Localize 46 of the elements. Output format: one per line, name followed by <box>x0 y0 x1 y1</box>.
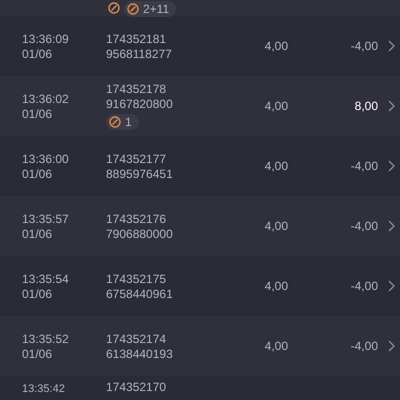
result-amount: -4,00 <box>350 219 378 233</box>
stake-amount: 4,00 <box>264 159 288 173</box>
bet-time: 13:35:57 <box>22 212 70 226</box>
stake-amount: 4,00 <box>264 339 288 353</box>
bet-id: 174352170 <box>106 380 168 394</box>
result-amount: -4,00 <box>350 39 378 53</box>
bet-code: 9167820800 <box>106 97 174 111</box>
bet-time: 13:35:52 <box>22 332 70 346</box>
bet-time: 13:35:42 <box>22 382 66 395</box>
bet-date: 01/06 <box>22 46 54 60</box>
result-amount: -4,00 <box>350 339 378 353</box>
chevron-right-icon[interactable] <box>388 280 395 292</box>
badge-count: 2+11 <box>143 2 170 16</box>
result-amount: -4,00 <box>350 159 378 173</box>
stake-amount: 4,00 <box>264 279 288 293</box>
bet-code: 8895976451 <box>106 166 174 180</box>
bet-time: 13:36:02 <box>22 92 70 106</box>
bet-time: 13:36:09 <box>22 32 70 46</box>
chevron-right-icon[interactable] <box>388 100 395 112</box>
result-amount: -4,00 <box>350 279 378 293</box>
stake-amount: 4,00 <box>264 39 288 53</box>
chevron-right-icon[interactable] <box>388 40 395 52</box>
stake-amount: 4,00 <box>264 219 288 233</box>
bet-date: 01/06 <box>22 286 54 300</box>
bet-code: 6138440193 <box>106 346 174 360</box>
chevron-right-icon[interactable] <box>388 340 395 352</box>
bet-date: 01/06 <box>22 226 54 240</box>
bet-id: 174352175 <box>106 272 168 286</box>
bet-time: 13:35:54 <box>22 272 70 286</box>
chevron-right-icon[interactable] <box>388 160 395 172</box>
bet-code: 7906880000 <box>106 226 174 240</box>
stake-amount: 4,00 <box>264 99 288 113</box>
bet-code: 9568118277 <box>106 46 173 60</box>
badge-count: 1 <box>125 115 132 129</box>
bet-id: 174352176 <box>106 212 168 226</box>
bet-date: 01/06 <box>22 166 54 180</box>
bet-date: 01/06 <box>22 346 54 360</box>
bet-id: 174352177 <box>106 152 168 166</box>
bet-time: 13:36:00 <box>22 152 70 166</box>
bet-date: 01/06 <box>22 106 54 120</box>
chevron-right-icon[interactable] <box>388 220 395 232</box>
result-amount: 8,00 <box>354 99 378 113</box>
bet-code: 6758440961 <box>106 286 174 300</box>
bet-id: 174352181 <box>106 32 168 46</box>
bet-id: 174352174 <box>106 332 168 346</box>
bet-id: 174352178 <box>106 82 168 96</box>
